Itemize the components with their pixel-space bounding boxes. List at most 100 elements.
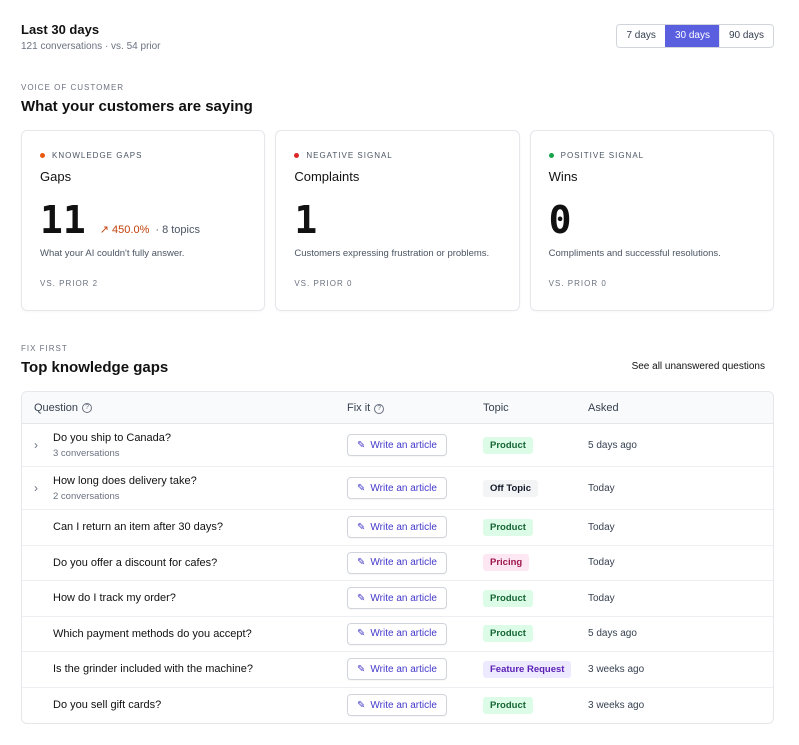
range-selector: 7 days 30 days 90 days [616, 24, 774, 48]
dot-icon [548, 153, 554, 158]
topic-badge: Product [483, 436, 533, 454]
write-article-button[interactable]: ✎ Write an article [347, 516, 447, 539]
voice-eyebrow: VOICE OF CUSTOMER [21, 83, 125, 92]
metric-row: 1 [294, 198, 500, 242]
question-text: Is the grinder included with the machine… [53, 663, 253, 676]
fix-cell: ✎ Write an article [347, 477, 483, 499]
trend-up-icon: ↗ [99, 224, 109, 236]
table-row[interactable]: Do you offer a discount for cafes? ✎ Write… [22, 546, 773, 581]
pencil-icon: ✎ [357, 439, 366, 451]
question-cell: Is the grinder included with the machine… [22, 663, 347, 675]
topic-cell: Product [483, 696, 588, 714]
see-all-link[interactable]: See all unanswered questions [632, 361, 765, 372]
question-block: Which payment methods do you accept? [53, 628, 252, 640]
topic-cell: Product [483, 518, 588, 536]
pencil-icon: ✎ [357, 592, 366, 604]
table-row[interactable]: › How long does delivery take? 2 conversat… [22, 467, 773, 510]
column-asked: Asked [588, 401, 619, 414]
question-text: Which payment methods do you accept? [53, 627, 252, 640]
card-title: Wins [548, 169, 578, 184]
card-prior: VS. PRIOR 0 [548, 279, 607, 288]
card-title: Gaps [40, 169, 72, 184]
asked-cell: 5 days ago [588, 439, 637, 451]
table-body: › Do you ship to Canada? 3 conversations ✎ W… [22, 424, 773, 723]
write-article-button[interactable]: ✎ Write an article [347, 658, 447, 681]
fix-cell: ✎ Write an article [347, 551, 483, 574]
question-block: Is the grinder included with the machine… [53, 663, 253, 675]
table-row[interactable]: How do I track my order? ✎ Write an articl… [22, 581, 773, 617]
asked-cell: 5 days ago [588, 628, 637, 640]
card-prior: VS. PRIOR 0 [294, 279, 353, 288]
fix-cell: ✎ Write an article [347, 516, 483, 539]
topic-badge: Off Topic [483, 479, 538, 497]
question-text: Do you ship to Canada? [53, 431, 172, 444]
metric-value: 1 [294, 198, 318, 242]
wins-card[interactable]: POSITIVE SIGNAL Wins 0 Compliments and s… [529, 130, 774, 311]
fix-cell: ✎ Write an article [347, 434, 483, 456]
range-7-days-button[interactable]: 7 days [617, 25, 665, 47]
question-block: Can I return an item after 30 days? [53, 521, 223, 533]
topic-cell: Product [483, 589, 588, 607]
write-article-button[interactable]: ✎ Write an article [347, 477, 447, 499]
topic-badge: Product [483, 625, 533, 643]
table-row[interactable]: › Do you ship to Canada? 3 conversations ✎ W… [22, 424, 773, 467]
question-block: How long does delivery take? 2 conversati… [53, 475, 197, 502]
question-cell: Do you offer a discount for cafes? [22, 557, 347, 569]
question-cell: › How long does delivery take? 2 conversat… [22, 475, 347, 502]
question-text: How do I track my order? [53, 592, 176, 605]
card-description: Customers expressing frustration or prob… [294, 248, 490, 259]
range-30-days-button[interactable]: 30 days [664, 25, 719, 47]
table-row[interactable]: Can I return an item after 30 days? ✎ Writ… [22, 510, 773, 546]
help-icon[interactable]: ? [374, 403, 385, 414]
question-block: Do you sell gift cards? [53, 699, 161, 711]
question-text: Do you offer a discount for cafes? [53, 556, 218, 569]
period-header: Last 30 days 121 conversations · vs. 54 … [21, 22, 774, 52]
conversation-count: 3 conversations [53, 447, 120, 459]
table-row[interactable]: Which payment methods do you accept? ✎ Wri… [22, 617, 773, 652]
topic-badge: Product [483, 589, 533, 607]
pencil-icon: ✎ [357, 699, 366, 711]
topic-badge: Pricing [483, 554, 530, 572]
conversation-count: 2 conversations [53, 490, 120, 502]
column-fix: Fix it? [347, 402, 483, 414]
help-icon[interactable]: ? [82, 402, 93, 413]
gaps-title: Top knowledge gaps [21, 359, 169, 376]
write-article-button[interactable]: ✎ Write an article [347, 622, 447, 645]
metric-value: 11 [40, 198, 86, 242]
fix-cell: ✎ Write an article [347, 622, 483, 645]
table-row[interactable]: Do you sell gift cards? ✎ Write an article… [22, 688, 773, 724]
table-row[interactable]: Is the grinder included with the machine… [22, 652, 773, 688]
card-prior: VS. PRIOR 2 [40, 279, 99, 288]
chevron-right-icon[interactable]: › [34, 438, 53, 452]
dot-icon [40, 153, 45, 158]
fix-cell: ✎ Write an article [347, 694, 483, 717]
question-block: Do you ship to Canada? 3 conversations [53, 432, 171, 459]
asked-cell: 3 weeks ago [588, 663, 645, 675]
question-cell: › Do you ship to Canada? 3 conversations [22, 432, 347, 459]
question-text: Do you sell gift cards? [53, 699, 162, 712]
asked-cell: Today [588, 592, 615, 604]
asked-cell: Today [588, 557, 615, 569]
write-article-button[interactable]: ✎ Write an article [347, 694, 447, 717]
card-tag: KNOWLEDGE GAPS [40, 151, 246, 160]
write-article-button[interactable]: ✎ Write an article [347, 434, 447, 456]
topic-cell: Product [483, 625, 588, 643]
topic-badge: Product [483, 696, 533, 714]
pencil-icon: ✎ [357, 628, 366, 640]
question-block: How do I track my order? [53, 592, 176, 604]
chevron-right-icon[interactable]: › [34, 481, 53, 495]
topic-cell: Pricing [483, 554, 588, 572]
dot-icon [294, 153, 300, 158]
question-cell: How do I track my order? [22, 592, 347, 604]
complaints-card[interactable]: NEGATIVE SIGNAL Complaints 1 Customers e… [275, 130, 520, 311]
signal-cards: KNOWLEDGE GAPS Gaps 11 ↗ 450.0% · 8 topi… [21, 130, 774, 311]
range-90-days-button[interactable]: 90 days [718, 25, 773, 47]
metric-value: 0 [548, 198, 572, 242]
gaps-card[interactable]: KNOWLEDGE GAPS Gaps 11 ↗ 450.0% · 8 topi… [21, 130, 266, 311]
write-article-button[interactable]: ✎ Write an article [347, 587, 447, 610]
card-description: What your AI couldn't fully answer. [40, 248, 185, 259]
question-cell: Which payment methods do you accept? [22, 628, 347, 640]
write-article-button[interactable]: ✎ Write an article [347, 551, 447, 574]
metric-row: 11 ↗ 450.0% · 8 topics [40, 198, 246, 242]
card-description: Compliments and successful resolutions. [548, 248, 721, 259]
